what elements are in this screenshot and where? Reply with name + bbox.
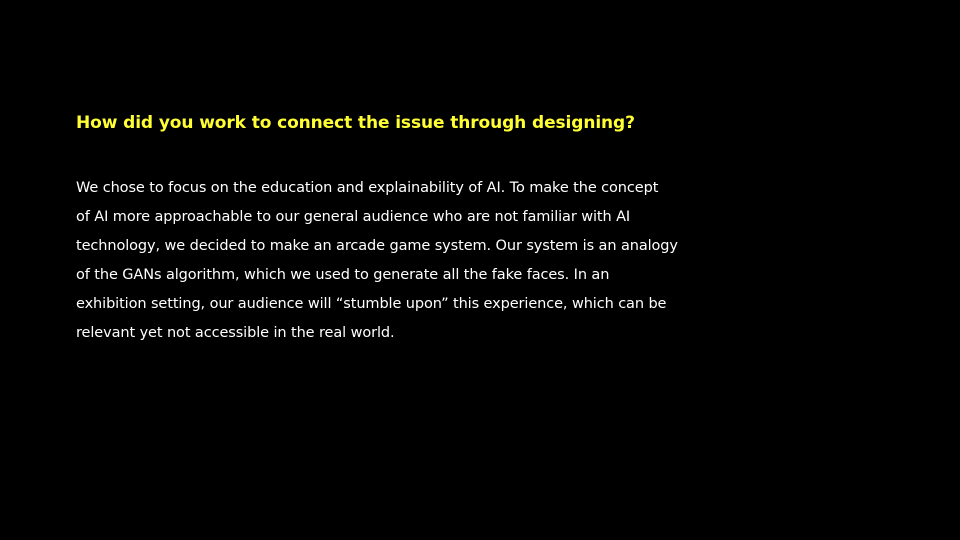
slide-heading: How did you work to connect the issue th…	[76, 113, 635, 133]
slide: How did you work to connect the issue th…	[0, 0, 960, 540]
body-line-2: of AI more approachable to our general a…	[76, 209, 631, 225]
body-line-1: We chose to focus on the education and e…	[76, 180, 659, 196]
body-line-6: relevant yet not accessible in the real …	[76, 325, 395, 341]
body-line-5: exhibition setting, our audience will “s…	[76, 296, 667, 312]
slide-body-paragraph: We chose to focus on the education and e…	[76, 174, 678, 348]
body-line-3: technology, we decided to make an arcade…	[76, 238, 678, 254]
body-line-4: of the GANs algorithm, which we used to …	[76, 267, 610, 283]
